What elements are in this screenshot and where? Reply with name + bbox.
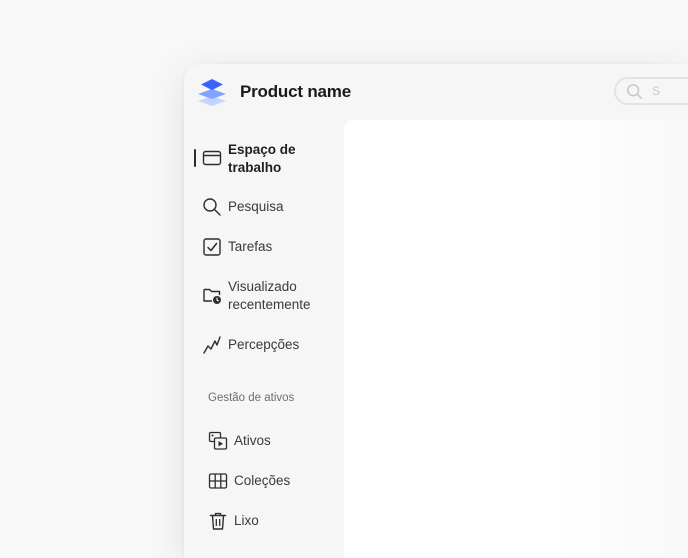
insights-icon — [203, 336, 221, 354]
folder-clock-icon — [203, 288, 221, 304]
global-search-field[interactable]: S — [614, 77, 688, 105]
main-content-area — [344, 120, 688, 558]
sidebar-item-tasks[interactable]: Tarefas — [184, 235, 344, 259]
selected-indicator — [194, 149, 196, 167]
app-header: Product name S — [184, 64, 688, 120]
sidebar-item-search[interactable]: Pesquisa — [184, 195, 344, 219]
sidebar-item-workspace[interactable]: Espaço de trabalho — [184, 138, 344, 178]
trash-icon — [209, 512, 227, 530]
sidebar-item-label: Coleções — [234, 473, 291, 488]
sidebar-item-assets[interactable]: Ativos — [184, 429, 344, 453]
sidebar: Espaço de trabalho Pesquisa Tarefas Visu… — [184, 120, 344, 558]
product-name: Product name — [240, 82, 351, 101]
workspace-icon — [202, 150, 222, 166]
search-icon — [627, 84, 643, 100]
search-icon — [203, 198, 221, 216]
sidebar-item-label: Tarefas — [228, 239, 273, 254]
sidebar-item-label: Espaço de trabalho — [228, 142, 296, 175]
sidebar-item-label: Lixo — [234, 513, 259, 528]
assets-icon — [208, 431, 228, 450]
sidebar-item-trash[interactable]: Lixo — [184, 509, 344, 533]
section-heading-asset-management: Gestão de ativos — [208, 392, 295, 404]
sidebar-item-recent[interactable]: Visualizado recentemente — [184, 275, 344, 315]
grid-icon — [208, 473, 228, 489]
sidebar-item-label: Ativos — [234, 433, 271, 448]
sidebar-item-label: Percepções — [228, 337, 300, 352]
sidebar-item-label: Pesquisa — [228, 199, 284, 214]
sidebar-item-collections[interactable]: Coleções — [184, 469, 344, 493]
app-window: Product name S Espaço de trabalho Pesqui… — [184, 64, 688, 558]
checkbox-icon — [203, 238, 221, 256]
search-field-text: S — [652, 84, 661, 98]
sidebar-item-label: Visualizado recentemente — [228, 279, 311, 312]
layers-logo-icon — [198, 79, 226, 106]
sidebar-item-insights[interactable]: Percepções — [184, 333, 344, 357]
brand[interactable]: Product name — [196, 76, 351, 108]
